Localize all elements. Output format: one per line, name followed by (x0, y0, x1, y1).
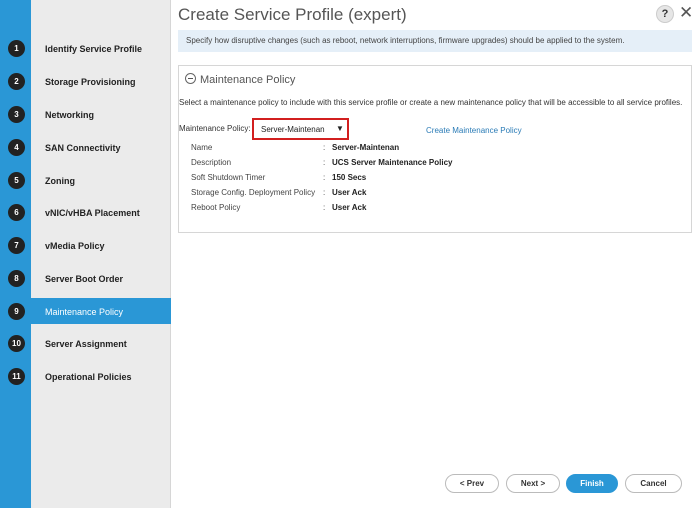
detail-key: Soft Shutdown Timer (191, 173, 266, 182)
cancel-button[interactable]: Cancel (625, 474, 682, 493)
create-maintenance-policy-link[interactable]: Create Maintenance Policy (426, 126, 522, 135)
step-label: Zoning (45, 176, 75, 186)
info-banner: Specify how disruptive changes (such as … (178, 30, 692, 52)
detail-key: Storage Config. Deployment Policy (191, 188, 316, 197)
prev-button[interactable]: < Prev (445, 474, 499, 493)
step-label: Identify Service Profile (45, 44, 143, 54)
step-label: Maintenance Policy (45, 307, 124, 317)
section-description: Select a maintenance policy to include w… (179, 98, 683, 107)
step-number: 2 (8, 73, 25, 90)
detail-value: User Ack (332, 188, 367, 197)
step-label: vMedia Policy (45, 241, 105, 251)
help-button[interactable]: ? (656, 5, 674, 23)
detail-value: 150 Secs (332, 173, 367, 182)
step-label: Operational Policies (45, 372, 132, 382)
step-label: Storage Provisioning (45, 77, 136, 87)
step-label: Networking (45, 110, 95, 120)
step-number: 11 (8, 368, 25, 385)
maintenance-policy-select[interactable]: Server-Maintenan ▼ (252, 118, 349, 140)
maintenance-policy-label: Maintenance Policy: (179, 124, 251, 133)
detail-separator: : (323, 188, 326, 197)
section-title: Maintenance Policy (200, 74, 296, 86)
detail-separator: : (323, 158, 326, 167)
detail-separator: : (323, 173, 326, 182)
section-header[interactable]: Maintenance Policy (185, 73, 295, 86)
maintenance-policy-panel: Maintenance Policy Select a maintenance … (178, 65, 692, 233)
step-number: 4 (8, 139, 25, 156)
next-button[interactable]: Next > (506, 474, 560, 493)
detail-key: Description (191, 158, 232, 167)
step-number: 7 (8, 237, 25, 254)
step-label: SAN Connectivity (45, 143, 121, 153)
finish-button[interactable]: Finish (566, 474, 618, 493)
selected-policy: Server-Maintenan (261, 125, 325, 134)
detail-value: UCS Server Maintenance Policy (332, 158, 453, 167)
close-icon[interactable]: ✕ (679, 3, 693, 23)
detail-separator: : (323, 203, 326, 212)
detail-key: Reboot Policy (191, 203, 241, 212)
step-number: 10 (8, 335, 25, 352)
detail-separator: : (323, 143, 326, 152)
step-label: vNIC/vHBA Placement (45, 208, 140, 218)
collapse-minus-icon[interactable] (185, 73, 196, 84)
detail-value: User Ack (332, 203, 367, 212)
step-label: Server Boot Order (45, 274, 124, 284)
step-number: 6 (8, 204, 25, 221)
step-label: Server Assignment (45, 339, 127, 349)
step-number: 9 (8, 303, 25, 320)
detail-key: Name (191, 143, 213, 152)
detail-value: Server-Maintenan (332, 143, 400, 152)
step-number: 8 (8, 270, 25, 287)
caret-down-icon: ▼ (336, 124, 344, 133)
step-number: 5 (8, 172, 25, 189)
dialog-title: Create Service Profile (expert) (178, 5, 407, 24)
step-number: 3 (8, 106, 25, 123)
step-number: 1 (8, 40, 25, 57)
